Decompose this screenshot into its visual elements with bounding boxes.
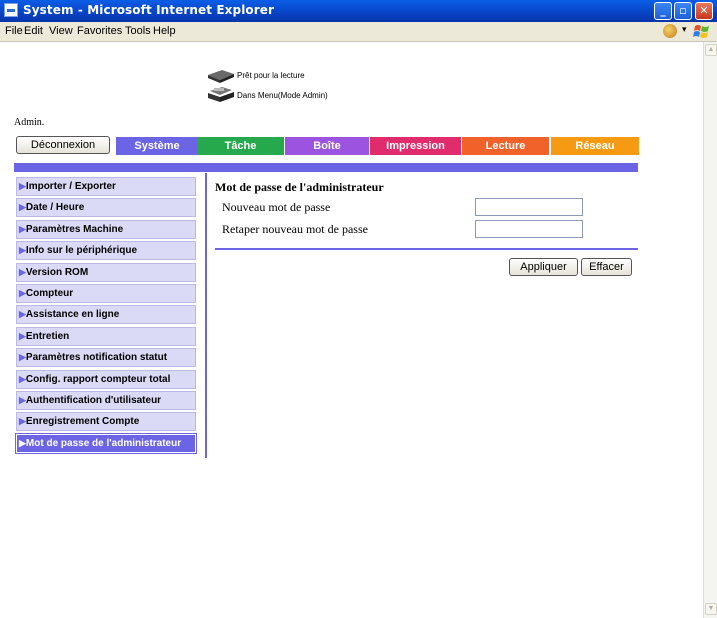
sidebar-item-label: Entretien	[25, 330, 70, 342]
menu-favorites[interactable]: Favorites	[77, 25, 122, 37]
form-title: Mot de passe de l'administrateur	[215, 180, 384, 194]
status-ready-text: Prêt pour la lecture	[237, 71, 305, 80]
title-bar: System - Microsoft Internet Explorer _ ▫…	[0, 0, 717, 22]
sidebar-item[interactable]: ▶Compteur	[16, 284, 196, 303]
sidebar-item[interactable]: ▶Date / Heure	[16, 198, 196, 218]
sidebar-item[interactable]: ▶Assistance en ligne	[16, 305, 196, 325]
tab-4[interactable]: Lecture	[462, 137, 549, 155]
chevron-down-icon[interactable]: ▾	[682, 24, 687, 35]
new-password-input[interactable]	[475, 198, 583, 216]
sidebar-item-label: Paramètres notification statut	[25, 352, 168, 364]
new-password-label: Nouveau mot de passe	[222, 200, 331, 214]
sidebar-item[interactable]: ▶Enregistrement Compte	[16, 412, 196, 432]
form-divider	[215, 248, 638, 250]
printer-icon	[208, 70, 234, 83]
ie-toolbar-icon[interactable]	[663, 24, 677, 38]
menu-view[interactable]: View	[49, 25, 73, 37]
menu-bar: File Edit View Favorites Tools Help ▾	[0, 22, 717, 42]
triangle-right-icon: ▶	[19, 352, 26, 363]
close-button[interactable]: ✕	[695, 2, 713, 20]
triangle-right-icon: ▶	[19, 416, 26, 427]
clear-button[interactable]: Effacer	[581, 258, 632, 276]
retype-password-label: Retaper nouveau mot de passe	[222, 222, 368, 236]
printer-admin-icon	[208, 87, 234, 102]
apply-button[interactable]: Appliquer	[509, 258, 578, 276]
triangle-right-icon: ▶	[19, 223, 26, 234]
sidebar-item-label: Date / Heure	[25, 202, 85, 214]
ie-window-icon	[4, 3, 18, 17]
sidebar-item-label: Authentification d'utilisateur	[25, 395, 162, 406]
tab-2[interactable]: Boîte	[285, 137, 369, 155]
menu-file[interactable]: File	[5, 25, 23, 37]
scroll-down-icon[interactable]: ▼	[705, 603, 717, 615]
sidebar-item-label: Mot de passe de l'administrateur	[25, 437, 182, 449]
tab-3[interactable]: Impression	[370, 137, 461, 155]
triangle-right-icon: ▶	[19, 395, 26, 405]
sidebar-item[interactable]: ▶Info sur le périphérique	[16, 241, 196, 261]
sidebar-item[interactable]: ▶Config. rapport compteur total	[16, 369, 196, 389]
triangle-right-icon: ▶	[19, 245, 26, 256]
sidebar-item[interactable]: ▶Authentification d'utilisateur	[16, 391, 196, 410]
triangle-right-icon: ▶	[19, 181, 26, 191]
sidebar-item-label: Paramètres Machine	[25, 223, 124, 235]
menu-help[interactable]: Help	[153, 25, 176, 37]
status-admin-text: Dans Menu(Mode Admin)	[237, 91, 328, 100]
sidebar-item-label: Version ROM	[25, 266, 89, 278]
sidebar-item-label: Compteur	[25, 288, 74, 299]
windows-logo-icon	[693, 25, 709, 38]
tab-0[interactable]: Système	[116, 137, 198, 155]
triangle-right-icon: ▶	[19, 437, 26, 448]
sidebar-item[interactable]: ▶Importer / Exporter	[16, 177, 196, 196]
scroll-up-icon[interactable]: ▲	[705, 44, 717, 56]
logout-button[interactable]: Déconnexion	[16, 136, 110, 154]
vertical-scrollbar[interactable]: ▲ ▼	[703, 42, 717, 618]
sidebar-item[interactable]: ▶Paramètres notification statut	[16, 348, 196, 368]
window-title: System - Microsoft Internet Explorer	[23, 3, 275, 17]
triangle-right-icon: ▶	[19, 309, 26, 320]
sidebar-item-label: Info sur le périphérique	[25, 245, 138, 257]
tab-1[interactable]: Tâche	[197, 137, 284, 155]
sidebar-item-label: Enregistrement Compte	[25, 416, 140, 428]
sidebar-item-label: Assistance en ligne	[25, 309, 120, 321]
menu-edit[interactable]: Edit	[24, 25, 43, 37]
retype-password-input[interactable]	[475, 220, 583, 238]
header-divider	[14, 163, 638, 172]
triangle-right-icon: ▶	[19, 330, 26, 341]
triangle-right-icon: ▶	[19, 202, 26, 213]
sidebar-divider	[205, 173, 207, 458]
sidebar-item[interactable]: ▶Paramètres Machine	[16, 219, 196, 239]
triangle-right-icon: ▶	[19, 266, 26, 277]
admin-label: Admin.	[14, 117, 45, 128]
sidebar-item[interactable]: ▶Mot de passe de l'administrateur	[15, 432, 197, 454]
sidebar-item-label: Importer / Exporter	[25, 181, 116, 192]
tab-5[interactable]: Réseau	[551, 137, 639, 155]
maximize-button[interactable]: ▫	[674, 2, 692, 20]
sidebar-item[interactable]: ▶Entretien	[16, 326, 196, 346]
menu-tools[interactable]: Tools	[125, 25, 151, 37]
triangle-right-icon: ▶	[19, 373, 26, 384]
triangle-right-icon: ▶	[19, 288, 26, 298]
sidebar-item-label: Config. rapport compteur total	[25, 373, 171, 385]
sidebar-item[interactable]: ▶Version ROM	[16, 262, 196, 282]
minimize-button[interactable]: _	[654, 2, 672, 20]
